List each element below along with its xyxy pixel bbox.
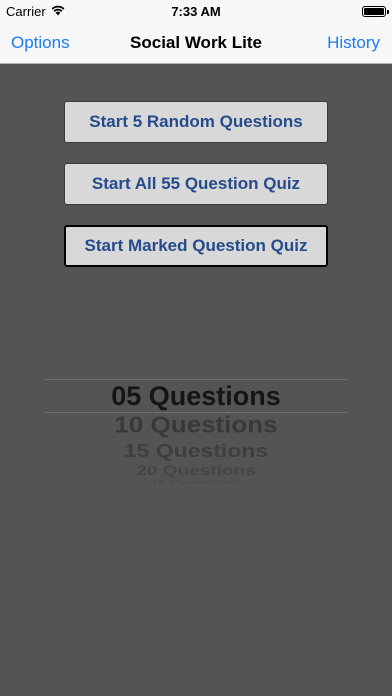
start-all-questions-label: Start All 55 Question Quiz — [91, 174, 301, 193]
status-bar: Carrier 7:33 AM — [0, 0, 392, 22]
picker-selection-top-line — [44, 379, 348, 380]
navigation-bar: Options Social Work Lite History — [0, 22, 392, 64]
battery-icon — [362, 6, 389, 17]
start-all-questions-button[interactable]: Start All 55 Question Quiz — [64, 163, 328, 205]
question-count-picker[interactable]: 05 Questions 10 Questions 15 Questions 2… — [44, 378, 348, 490]
picker-option[interactable]: 10 Questions — [44, 411, 348, 439]
history-button[interactable]: History — [327, 33, 380, 53]
picker-option[interactable]: 20 Questions — [44, 463, 348, 480]
start-random-questions-label: Start 5 Random Questions — [89, 112, 303, 131]
picker-option[interactable]: 25 Questions — [44, 479, 348, 483]
start-marked-questions-label: Start Marked Question Quiz — [84, 236, 308, 255]
picker-option[interactable]: 15 Questions — [44, 440, 348, 462]
start-random-questions-button[interactable]: Start 5 Random Questions — [64, 101, 328, 143]
picker-option-selected[interactable]: 05 Questions — [44, 381, 348, 412]
start-marked-questions-button[interactable]: Start Marked Question Quiz — [64, 225, 328, 267]
status-time: 7:33 AM — [171, 4, 221, 19]
